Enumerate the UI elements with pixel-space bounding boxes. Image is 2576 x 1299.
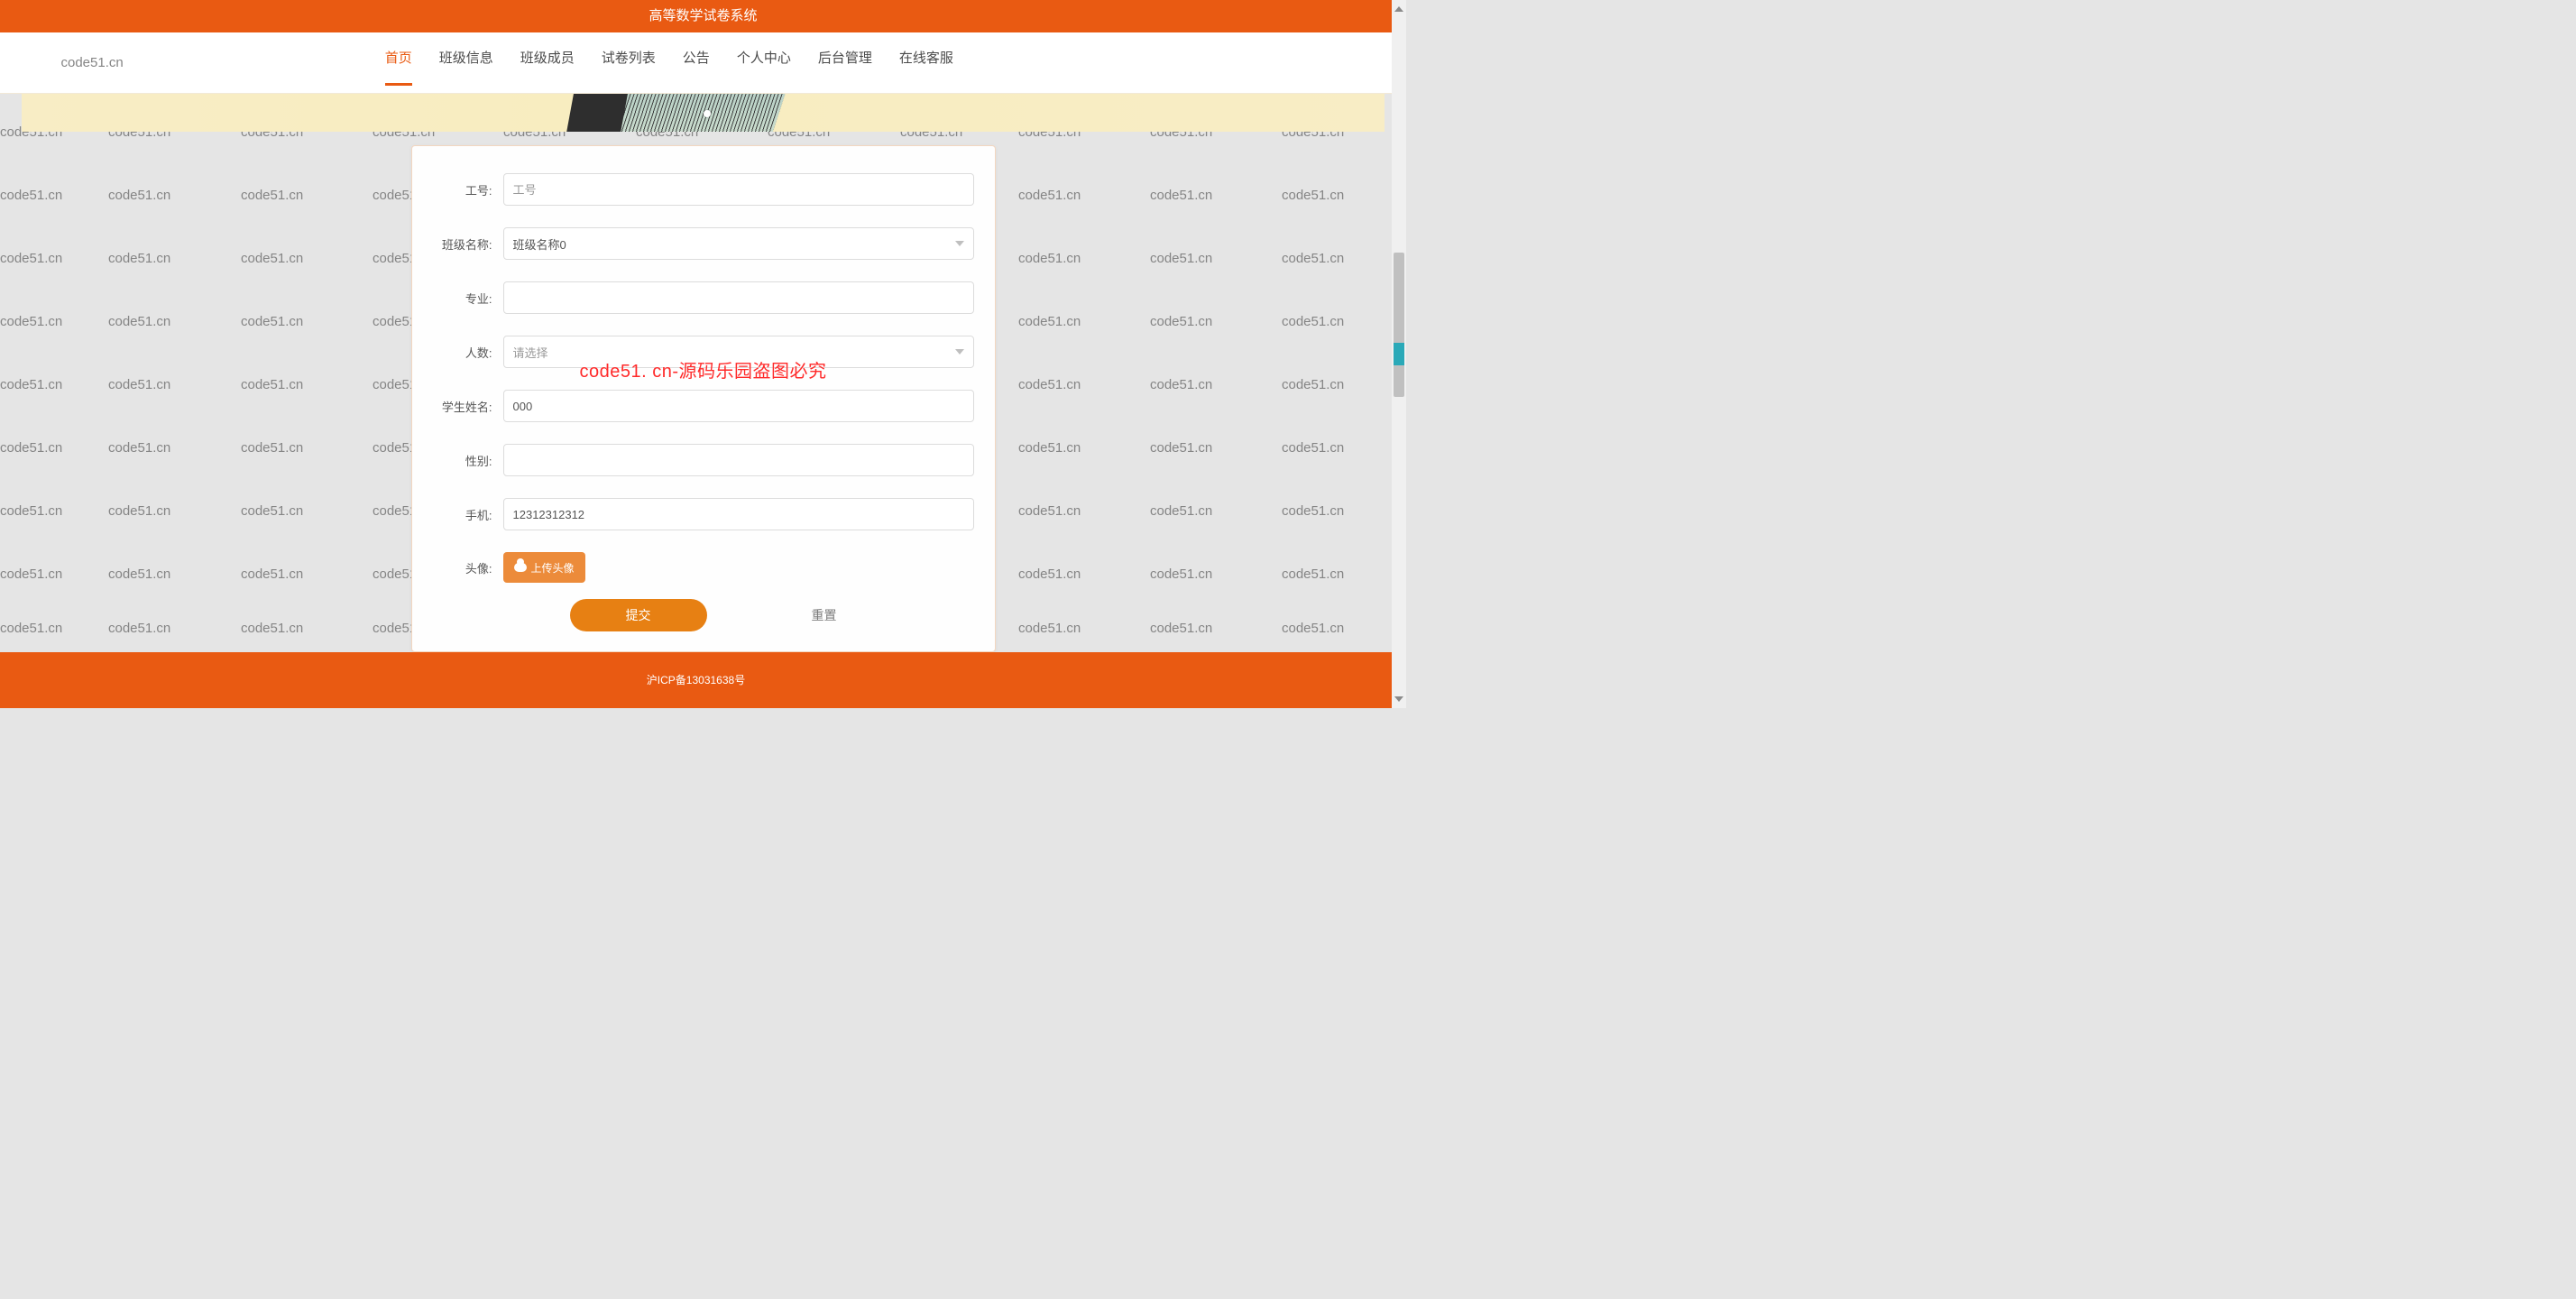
- nav-item-7[interactable]: 在线客服: [899, 41, 953, 86]
- nav-item-2[interactable]: 班级成员: [520, 41, 575, 86]
- nav-item-6[interactable]: 后台管理: [818, 41, 872, 86]
- scroll-up-icon[interactable]: [1394, 3, 1403, 12]
- label-gender: 性别:: [426, 452, 503, 469]
- nav-item-3[interactable]: 试卷列表: [602, 41, 656, 86]
- label-student-name: 学生姓名:: [426, 398, 503, 415]
- class-name-select[interactable]: 班级名称0: [503, 227, 974, 260]
- footer: 沪ICP备13031638号: [0, 652, 1392, 708]
- phone-input[interactable]: [503, 498, 974, 530]
- job-no-input[interactable]: [503, 173, 974, 206]
- upload-avatar-button[interactable]: 上传头像: [503, 552, 585, 583]
- reset-button[interactable]: 重置: [812, 599, 837, 631]
- major-input[interactable]: [503, 281, 974, 314]
- label-phone: 手机:: [426, 506, 503, 523]
- scroll-down-icon[interactable]: [1394, 696, 1403, 705]
- class-name-selected: 班级名称0: [513, 235, 566, 253]
- chevron-down-icon: [955, 241, 964, 246]
- cloud-upload-icon: [514, 563, 527, 572]
- count-selected: 请选择: [513, 344, 548, 361]
- upload-avatar-label: 上传头像: [531, 560, 575, 576]
- chevron-down-icon: [955, 349, 964, 355]
- scrollbar-marker: [1394, 343, 1404, 365]
- label-avatar: 头像:: [426, 559, 503, 576]
- nav-item-4[interactable]: 公告: [683, 41, 710, 86]
- nav-brand: code51.cn: [61, 55, 124, 70]
- top-banner: 高等数学试卷系统: [0, 0, 1406, 32]
- nav-item-5[interactable]: 个人中心: [737, 41, 791, 86]
- system-title: 高等数学试卷系统: [649, 8, 757, 23]
- gender-input[interactable]: [503, 444, 974, 476]
- carousel-dot-icon[interactable]: [704, 110, 711, 117]
- icp-text: 沪ICP备13031638号: [647, 674, 745, 686]
- nav-item-1[interactable]: 班级信息: [439, 41, 493, 86]
- submit-button[interactable]: 提交: [570, 599, 707, 631]
- label-major: 专业:: [426, 290, 503, 307]
- hero-book-image: [575, 94, 786, 132]
- vertical-scrollbar[interactable]: [1392, 0, 1406, 708]
- count-select[interactable]: 请选择: [503, 336, 974, 368]
- label-count: 人数:: [426, 344, 503, 361]
- nav-item-0[interactable]: 首页: [385, 41, 412, 86]
- hero-banner: [22, 94, 1385, 132]
- label-class-name: 班级名称:: [426, 235, 503, 253]
- nav-bar: code51.cn 首页班级信息班级成员试卷列表公告个人中心后台管理在线客服: [0, 32, 1406, 94]
- label-job-no: 工号:: [426, 181, 503, 198]
- student-name-input[interactable]: [503, 390, 974, 422]
- scrollbar-thumb[interactable]: [1394, 253, 1404, 397]
- form-card: 工号: 班级名称: 班级名称0 专业: 人数:: [411, 145, 996, 652]
